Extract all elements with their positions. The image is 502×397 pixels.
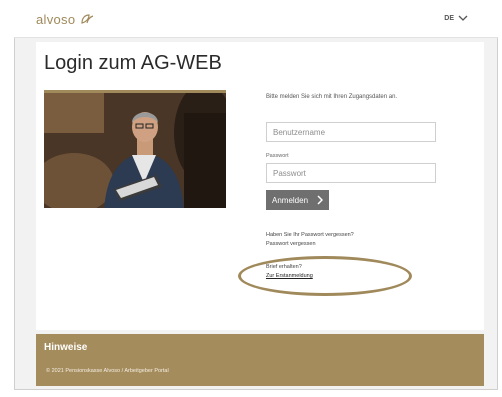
logo-leaf-icon xyxy=(81,14,94,24)
login-button-label: Anmelden xyxy=(272,195,309,205)
chevron-down-icon[interactable] xyxy=(458,14,468,22)
hero-photo xyxy=(44,90,226,208)
login-intro-text: Bitte melden Sie sich mit Ihren Zugangsd… xyxy=(266,94,398,100)
forgot-password-link[interactable]: Passwort vergessen xyxy=(266,241,316,247)
language-selector[interactable]: DE xyxy=(444,15,454,22)
footer-copyright: © 2021 Pensionskasse Alvoso / Arbeitgebe… xyxy=(46,368,169,374)
alvoso-logo[interactable]: alvoso xyxy=(36,12,75,27)
chevron-right-icon xyxy=(317,195,323,205)
notes-footer: Hinweise © 2021 Pensionskasse Alvoso / A… xyxy=(36,334,484,386)
page-title: Login zum AG-WEB xyxy=(44,52,222,74)
password-label: Passwort xyxy=(266,153,289,159)
annotation-highlight-oval xyxy=(238,256,412,296)
footer-title: Hinweise xyxy=(44,342,88,353)
top-navigation-bar: alvoso DE xyxy=(14,4,498,38)
forgot-password-question: Haben Sie Ihr Passwort vergessen? xyxy=(266,232,354,238)
password-input[interactable] xyxy=(266,163,436,183)
man-with-tablet-image xyxy=(44,93,226,208)
login-button[interactable]: Anmelden xyxy=(266,190,329,210)
username-input[interactable] xyxy=(266,122,436,142)
